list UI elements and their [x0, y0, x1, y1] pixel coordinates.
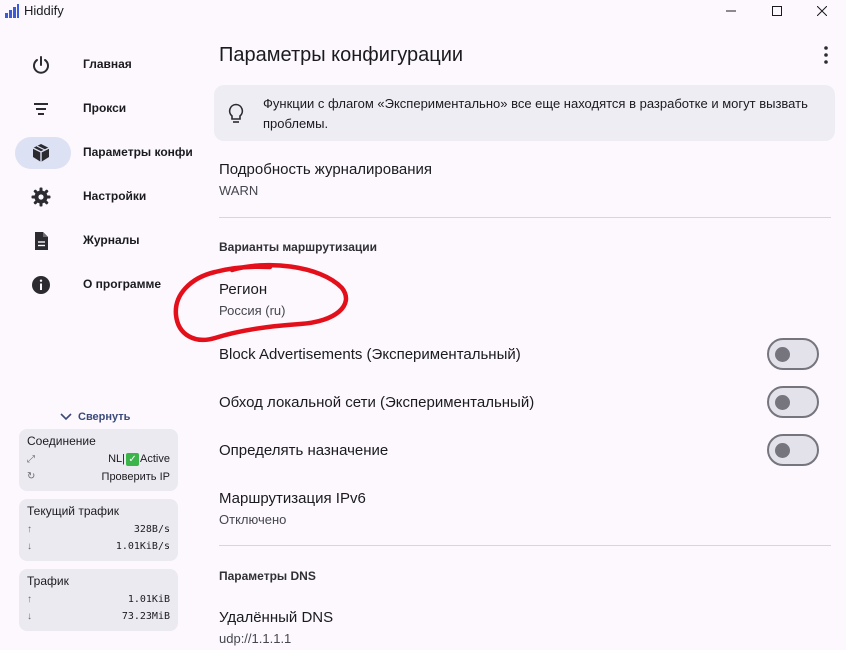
link-icon: ⤢: [27, 454, 35, 465]
sidebar-item-label: Параметры конфи: [83, 145, 193, 159]
setting-title: Block Advertisements (Экспериментальный): [219, 346, 521, 363]
sidebar-item-label: Журналы: [83, 233, 140, 247]
sidebar-item-logs[interactable]: Журналы: [15, 225, 195, 257]
block-ads-setting[interactable]: Block Advertisements (Экспериментальный): [219, 338, 819, 372]
collapse-button[interactable]: Свернуть: [60, 411, 130, 423]
refresh-icon: ↻: [27, 471, 36, 482]
minimize-icon: [726, 10, 736, 12]
connection-card: Соединение ⤢ NL| ✓ Active ↻ Проверить IP: [19, 429, 178, 491]
sidebar: Главная Прокси Параметры конфи Настройки…: [0, 22, 195, 650]
close-button[interactable]: [802, 0, 842, 22]
check-ip-row[interactable]: ↻ Проверить IP: [27, 468, 170, 485]
maximize-button[interactable]: [757, 0, 797, 22]
setting-title: Удалённый DNS: [219, 609, 334, 626]
document-icon: [35, 232, 48, 250]
connection-status-row: ⤢ NL| ✓ Active: [27, 451, 170, 468]
sidebar-item-home[interactable]: Главная: [15, 49, 195, 81]
current-traffic-title: Текущий трафик: [27, 504, 119, 518]
routing-section-header: Варианты маршрутизации: [219, 240, 378, 254]
connection-status: Active: [140, 453, 170, 465]
setting-title: Обход локальной сети (Экспериментальный): [219, 394, 535, 411]
sidebar-item-label: Настройки: [83, 189, 147, 203]
power-icon: [33, 56, 49, 74]
arrow-down-icon: ↓: [27, 541, 32, 552]
setting-value: udp://1.1.1.1: [219, 631, 292, 646]
check-icon: ✓: [126, 453, 140, 466]
check-ip-link[interactable]: Проверить IP: [102, 471, 170, 483]
gear-icon: [31, 187, 51, 207]
upload-speed: 328B/s: [133, 524, 170, 535]
current-traffic-card: Текущий трафик ↑ 328B/s ↓ 1.01KiB/s: [19, 499, 178, 561]
download-speed: 1.01KiB/s: [115, 541, 170, 552]
traffic-title: Трафик: [27, 574, 69, 588]
page-title: Параметры конфигурации: [219, 44, 464, 66]
divider: [219, 217, 831, 218]
window-title: Hiddify: [24, 3, 64, 18]
sidebar-item-label: О программе: [83, 277, 162, 291]
traffic-card: Трафик ↑ 1.01KiB ↓ 73.23MiB: [19, 569, 178, 631]
dns-section-header: Параметры DNS: [219, 569, 316, 583]
resolve-destination-toggle[interactable]: [767, 434, 819, 466]
divider: [219, 545, 831, 546]
connection-title: Соединение: [27, 434, 96, 448]
total-download: 73.23MiB: [121, 611, 170, 622]
setting-title: Подробность журналирования: [219, 161, 433, 178]
info-icon: [32, 276, 50, 294]
main-content: Параметры конфигурации Функции с флагом …: [195, 22, 846, 650]
collapse-label: Свернуть: [78, 411, 131, 423]
log-level-setting[interactable]: Подробность журналирования WARN: [219, 161, 819, 198]
setting-title: Регион: [219, 281, 268, 298]
title-bar: Hiddify: [0, 0, 846, 22]
maximize-icon: [772, 6, 782, 16]
app-logo-icon: [5, 4, 19, 18]
resolve-destination-setting[interactable]: Определять назначение: [219, 434, 819, 468]
chevron-down-icon: [60, 413, 72, 421]
minimize-button[interactable]: [711, 0, 751, 22]
sidebar-item-proxies[interactable]: Прокси: [15, 93, 195, 125]
more-options-button[interactable]: [815, 44, 837, 66]
arrow-up-icon: ↑: [27, 524, 32, 535]
banner-text: Функции с флагом «Экспериментально» все …: [263, 96, 808, 131]
more-vert-icon: [824, 46, 828, 64]
setting-value: WARN: [219, 183, 259, 198]
experimental-warning-banner: Функции с флагом «Экспериментально» все …: [214, 85, 835, 141]
ipv6-routing-setting[interactable]: Маршрутизация IPv6 Отключено: [219, 490, 819, 527]
bypass-lan-toggle[interactable]: [767, 386, 819, 418]
sidebar-item-about[interactable]: О программе: [15, 269, 195, 301]
setting-value: Отключено: [219, 512, 287, 527]
cube-icon: [32, 144, 50, 162]
setting-value: Россия (ru): [219, 303, 286, 318]
sidebar-item-label: Главная: [83, 57, 132, 71]
remote-dns-setting[interactable]: Удалённый DNS udp://1.1.1.1: [219, 609, 819, 646]
connection-location: NL|: [108, 453, 126, 465]
arrow-down-icon: ↓: [27, 611, 32, 622]
filter-list-icon: [34, 103, 48, 115]
arrow-up-icon: ↑: [27, 594, 32, 605]
bypass-lan-setting[interactable]: Обход локальной сети (Экспериментальный): [219, 386, 819, 420]
sidebar-item-settings[interactable]: Настройки: [15, 181, 195, 213]
total-upload: 1.01KiB: [127, 594, 170, 605]
region-setting[interactable]: Регион Россия (ru): [219, 281, 819, 318]
setting-title: Маршрутизация IPv6: [219, 490, 366, 507]
sidebar-item-config-options[interactable]: Параметры конфи: [15, 137, 195, 169]
sidebar-item-label: Прокси: [83, 101, 127, 115]
close-icon: [817, 6, 827, 16]
block-ads-toggle[interactable]: [767, 338, 819, 370]
setting-title: Определять назначение: [219, 442, 389, 459]
lightbulb-icon: [228, 103, 244, 123]
